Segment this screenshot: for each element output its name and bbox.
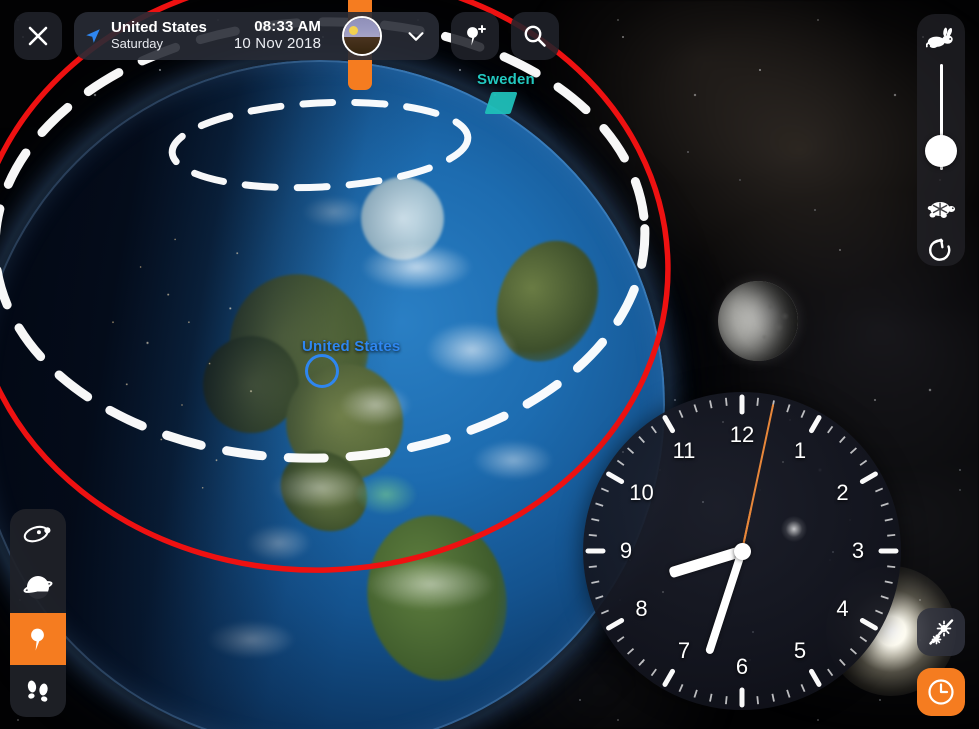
time-flow-panel: [917, 14, 965, 266]
close-button[interactable]: [14, 12, 62, 60]
reset-icon: [929, 238, 951, 261]
clock-center-pin: [733, 542, 751, 560]
clock-numeral-6: 6: [735, 654, 749, 679]
search-icon: [524, 25, 546, 47]
earth-city-lights: [0, 60, 665, 729]
day-night-toggle-button[interactable]: [917, 608, 965, 656]
slow-speed-button[interactable]: [926, 198, 956, 220]
clock-numeral-8: 8: [635, 596, 648, 621]
clock-numeral-12: 12: [729, 422, 755, 447]
place-label-united-states[interactable]: United States: [302, 338, 400, 355]
clock-numeral-2: 2: [836, 480, 849, 505]
turtle-icon: [927, 201, 956, 218]
moon-body[interactable]: [718, 281, 798, 361]
clock-numeral-10: 10: [629, 480, 654, 505]
sidebar-item-day-night[interactable]: [10, 561, 66, 613]
close-icon: [28, 26, 48, 46]
sun-night-toggle-icon: [929, 619, 954, 645]
clock-numeral-3: 3: [851, 538, 865, 563]
sidebar-item-orbits[interactable]: [10, 509, 66, 561]
rabbit-icon: [926, 27, 953, 49]
time-flow-slider[interactable]: [925, 64, 957, 170]
tool-panel: [10, 509, 66, 717]
add-pin-icon: [467, 25, 487, 46]
top-toolbar: United States Saturday 08:33 AM 10 Nov 2…: [14, 12, 560, 60]
location-texts: United States Saturday: [111, 20, 207, 51]
analog-clock[interactable]: 12 1 2 3 4 5 6 7 8 9 10 11: [583, 392, 901, 710]
time-flow-slider-knob[interactable]: [925, 134, 957, 167]
horizon-dial-ground: [344, 36, 381, 54]
location-name: United States: [111, 19, 207, 37]
location-time-chip[interactable]: United States Saturday 08:33 AM 10 Nov 2…: [74, 12, 440, 60]
current-time: 08:33 AM: [254, 18, 322, 36]
app-stage: United States Sweden 12 1 2 3 4 5 6 7 8 9 10 11: [0, 0, 979, 729]
location-weekday: Saturday: [111, 36, 164, 52]
pin-icon: [31, 628, 44, 651]
search-button[interactable]: [511, 12, 560, 60]
clock-numeral-11: 11: [672, 437, 696, 463]
expand-chevron-button[interactable]: [405, 25, 427, 47]
fast-speed-button[interactable]: [926, 26, 956, 50]
horizon-sun-dial-icon[interactable]: [342, 16, 383, 56]
clock-numeral-9: 9: [619, 538, 633, 563]
clock-icon: [928, 679, 954, 705]
location-arrow-icon: [86, 29, 100, 43]
time-block: 08:33 AM 10 Nov 2018: [233, 18, 322, 53]
terminator-icon: [23, 576, 53, 599]
sidebar-item-horizon-walk[interactable]: [10, 665, 66, 717]
add-pin-button[interactable]: [451, 12, 500, 60]
earth-globe[interactable]: United States: [0, 0, 671, 729]
time-settings-button[interactable]: [917, 668, 965, 716]
marker-ring-united-states[interactable]: [305, 354, 339, 388]
clock-numeral-1: 1: [793, 437, 807, 463]
chevron-down-icon: [408, 32, 424, 41]
clock-numeral-5: 5: [793, 638, 807, 664]
earth-sphere: [0, 60, 665, 729]
sidebar-item-pins[interactable]: [10, 613, 66, 665]
clock-numeral-7: 7: [677, 638, 691, 664]
footsteps-icon: [27, 680, 48, 702]
reset-time-button[interactable]: [926, 236, 956, 266]
moon-craters: [718, 281, 798, 361]
clock-numeral-4: 4: [836, 596, 849, 621]
orbit-icon: [23, 525, 51, 543]
place-label-sweden[interactable]: Sweden: [477, 71, 535, 88]
current-date: 10 Nov 2018: [233, 35, 322, 52]
